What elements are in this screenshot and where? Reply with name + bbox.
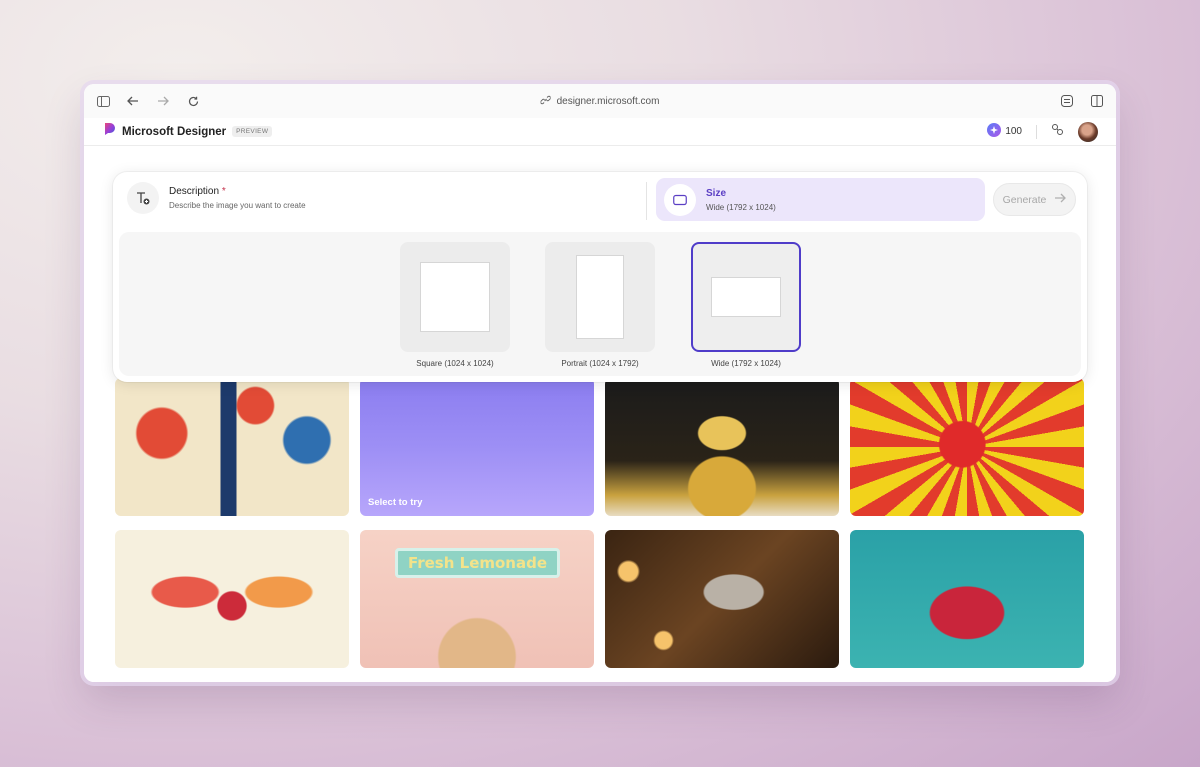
- size-option-wide[interactable]: Wide (1792 x 1024): [691, 242, 801, 368]
- wide-shape: [711, 277, 781, 317]
- description-title: Description: [169, 186, 220, 197]
- aspect-ratio-icon: [664, 183, 696, 216]
- description-field[interactable]: Description * Describe the image you wan…: [127, 182, 306, 214]
- size-option-label: Wide (1792 x 1024): [711, 359, 781, 368]
- boost-credits[interactable]: 100: [987, 123, 1022, 140]
- wide-preview: [691, 242, 801, 352]
- portrait-preview: [545, 242, 655, 352]
- credits-count: 100: [1005, 126, 1022, 137]
- designer-logo-icon: [102, 122, 116, 141]
- description-hint: Describe the image you want to create: [169, 201, 306, 210]
- gallery-tile[interactable]: [115, 378, 349, 516]
- arrow-right-icon: [1054, 193, 1067, 206]
- app-header: Microsoft Designer PREVIEW 100: [84, 118, 1116, 146]
- panel-divider: [646, 182, 647, 220]
- preview-badge: PREVIEW: [232, 126, 273, 137]
- required-mark: *: [221, 186, 226, 197]
- portrait-shape: [576, 255, 624, 339]
- size-option-portrait[interactable]: Portrait (1024 x 1792): [545, 242, 655, 368]
- gallery-tile-try[interactable]: Select to try: [360, 378, 594, 516]
- prompt-panel: Description * Describe the image you wan…: [113, 172, 1087, 382]
- boost-icon: [987, 123, 1002, 140]
- size-option-square[interactable]: Square (1024 x 1024): [400, 242, 510, 368]
- gallery-tile[interactable]: Fresh Lemonade: [360, 530, 594, 668]
- text-add-icon: [127, 182, 159, 214]
- browser-window: designer.microsoft.com Microsoft Designe…: [84, 84, 1116, 682]
- share-icon[interactable]: [1051, 123, 1064, 141]
- extension-icon[interactable]: [1060, 94, 1074, 108]
- link-icon: [540, 95, 552, 108]
- split-view-icon[interactable]: [1090, 94, 1104, 108]
- gallery-tile[interactable]: [605, 530, 839, 668]
- size-option-label: Square (1024 x 1024): [416, 359, 494, 368]
- size-option-label: Portrait (1024 x 1792): [561, 359, 639, 368]
- size-options-panel: Square (1024 x 1024) Portrait (1024 x 17…: [119, 232, 1081, 376]
- browser-toolbar: designer.microsoft.com: [84, 84, 1116, 118]
- gallery-tile[interactable]: [850, 378, 1084, 516]
- header-divider: [1036, 124, 1037, 139]
- size-tab[interactable]: Size Wide (1792 x 1024): [656, 178, 985, 221]
- sidebar-icon[interactable]: [96, 94, 110, 108]
- gallery-tile[interactable]: [605, 378, 839, 516]
- forward-icon[interactable]: [156, 94, 170, 108]
- reload-icon[interactable]: [186, 94, 200, 108]
- gallery-tile[interactable]: [850, 530, 1084, 668]
- select-to-try-label: Select to try: [368, 497, 423, 508]
- url-text: designer.microsoft.com: [556, 95, 660, 107]
- square-shape: [420, 262, 490, 332]
- size-value: Wide (1792 x 1024): [706, 202, 776, 212]
- gallery-tile[interactable]: [115, 530, 349, 668]
- main-content: Select to try Fresh Lemonade Description…: [84, 146, 1116, 682]
- generate-label: Generate: [1002, 193, 1047, 206]
- back-icon[interactable]: [126, 94, 140, 108]
- avatar[interactable]: [1078, 121, 1098, 142]
- address-bar[interactable]: designer.microsoft.com: [540, 95, 660, 108]
- square-preview: [400, 242, 510, 352]
- app-title: Microsoft Designer: [122, 125, 227, 138]
- lemonade-sign: Fresh Lemonade: [395, 548, 560, 578]
- size-title: Size: [706, 187, 727, 199]
- generate-button[interactable]: Generate: [993, 183, 1076, 216]
